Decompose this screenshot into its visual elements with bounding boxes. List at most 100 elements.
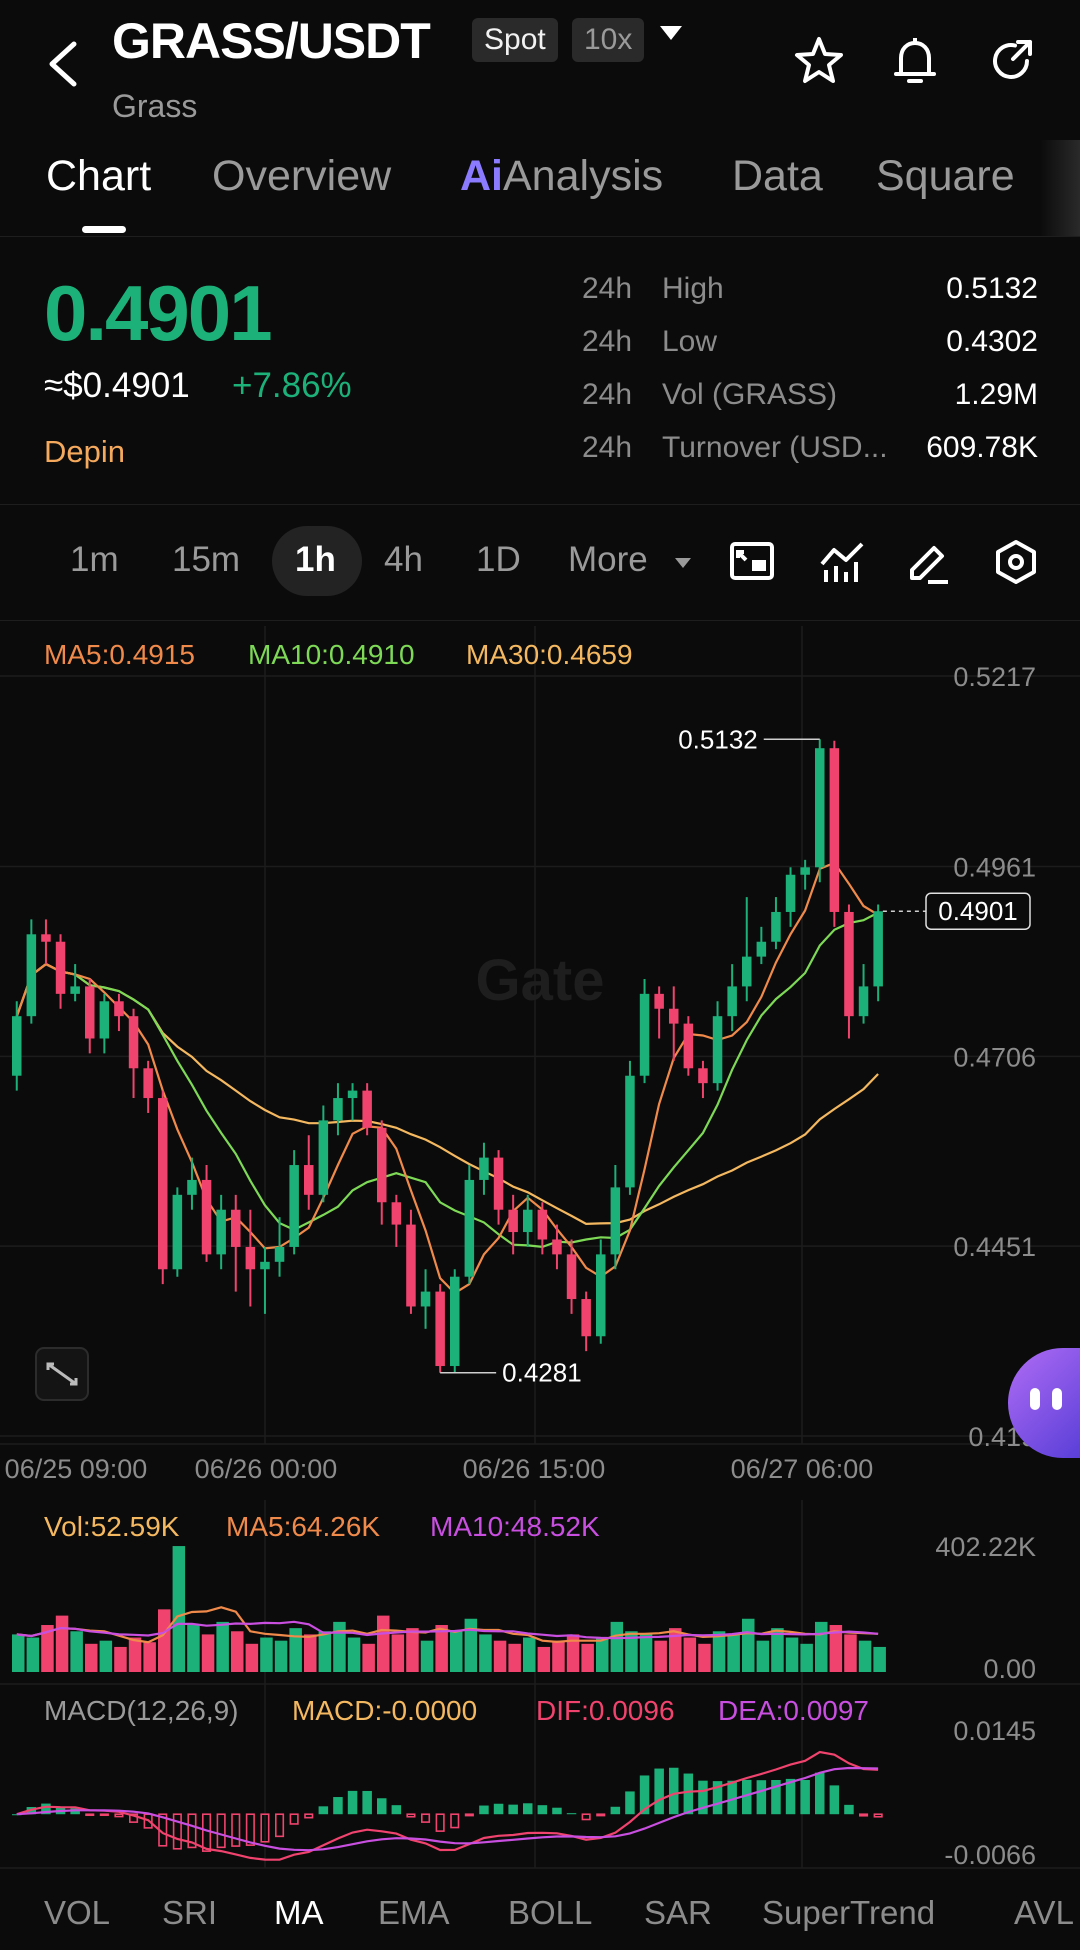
indicator-icon[interactable] [818,538,866,586]
stat-24h-turnover: 24h Turnover (USD... 609.78K [582,431,1038,464]
macd-bar [304,1813,314,1819]
chart-type-switch-icon[interactable] [728,538,776,586]
volume-bar [508,1643,521,1672]
candle-body [771,911,781,942]
indicator-ema[interactable]: EMA [378,1894,450,1932]
pair-dropdown-icon[interactable] [660,26,682,40]
price-alert-bell-icon[interactable] [888,34,942,88]
candle-body [669,1008,679,1024]
candlestick-chart[interactable]: Gate MA5:0.4915 MA10:0.4910 MA30:0.4659 … [0,620,1080,1878]
back-arrow-icon[interactable] [44,36,84,92]
macd-bar [216,1813,226,1849]
stat-24h-low: 24h Low 0.4302 [582,325,1038,358]
sector-tag[interactable]: Depin [44,434,125,470]
favorite-star-icon[interactable] [792,34,846,88]
tab-square[interactable]: Square [876,152,1015,201]
vol-ma10-legend: MA10:48.52K [430,1511,600,1542]
volume-tick: 0.00 [983,1654,1036,1684]
macd-bar [231,1813,241,1847]
ma30-legend: MA30:0.4659 [466,639,633,670]
volume-bar [143,1642,156,1672]
macd-bar [566,1813,577,1815]
timeframe-more[interactable]: More [568,540,648,580]
macd-bar [274,1813,285,1838]
timeframe-4h[interactable]: 4h [384,540,423,580]
macd-bar [85,1813,95,1817]
price-tick: 0.5217 [953,662,1036,692]
indicator-sri[interactable]: SRI [162,1894,217,1932]
indicator-supertrend[interactable]: SuperTrend [762,1894,935,1932]
share-icon[interactable] [984,34,1038,88]
volume-bar [187,1625,200,1672]
candle-body [187,1179,197,1195]
macd-bar [523,1803,533,1815]
candle-body [347,1090,358,1099]
volume-bar [245,1643,259,1672]
time-tick: 06/26 00:00 [195,1454,338,1484]
trading-pair-title[interactable]: GRASS/USDT [112,12,431,70]
macd-bar [493,1803,504,1815]
indicator-sar[interactable]: SAR [644,1894,712,1932]
candle-body [391,1202,402,1225]
indicator-tabs: VOL SRI MA EMA BOLL SAR SuperTrend AVL [0,1880,1080,1950]
ma5-legend: MA5:0.4915 [44,639,195,670]
macd-bar [858,1813,869,1817]
indicator-boll[interactable]: BOLL [508,1894,592,1932]
ma10-legend: MA10:0.4910 [248,639,415,670]
macd-tick: -0.0066 [944,1840,1036,1870]
timeframe-1h[interactable]: 1h [295,540,336,580]
candle-body [552,1239,562,1255]
candle-body [55,941,66,994]
leverage-badge: 10x [572,18,645,62]
volume-bar [523,1637,536,1672]
macd-bar [552,1807,562,1815]
tab-analysis[interactable]: AiAnalysis [460,152,663,201]
volume-bar [114,1646,127,1672]
timeframe-1d[interactable]: 1D [476,540,521,580]
volume-bar [639,1634,653,1672]
volume-bar [552,1640,565,1672]
chart-settings-icon[interactable] [992,538,1040,586]
watermark: Gate [476,948,605,1013]
volume-bar [304,1634,317,1672]
candle-body [756,941,767,957]
fullscreen-icon [35,1347,89,1401]
indicator-ma[interactable]: MA [274,1894,324,1932]
volume-bar [785,1637,799,1672]
drawing-pen-icon[interactable] [904,538,952,586]
usd-price: ≈$0.4901 [44,366,190,405]
candle-body [318,1120,329,1195]
candle-body [508,1209,518,1233]
candle-body [844,911,854,1017]
tab-chart[interactable]: Chart [46,152,151,201]
candle-body [362,1090,372,1128]
timeframe-1m[interactable]: 1m [70,540,119,580]
dea-legend: DEA:0.0097 [718,1695,869,1726]
tab-overview[interactable]: Overview [212,152,391,201]
high-marker: 0.5132 [678,724,820,754]
candle-body [464,1179,475,1277]
indicator-vol[interactable]: VOL [44,1894,110,1932]
time-tick: 06/25 09:00 [5,1454,148,1484]
candle-body [158,1098,168,1270]
divider [0,236,1080,237]
ma-legend: MA5:0.4915 MA10:0.4910 MA30:0.4659 [44,639,633,670]
last-price: 0.4901 [44,269,273,357]
candle-body [333,1098,343,1121]
candle-body [829,748,840,912]
volume-bar [289,1628,302,1672]
header: GRASS/USDT Spot 10x Grass [0,0,1080,140]
timeframe-15m[interactable]: 15m [172,540,240,580]
candle-body [201,1179,212,1255]
low-marker: 0.4281 [440,1358,582,1388]
candle-body [377,1127,387,1203]
macd-bar [596,1813,606,1817]
tab-data[interactable]: Data [732,152,823,201]
macd-bar [333,1797,343,1815]
more-dropdown-icon[interactable] [675,558,691,568]
assistant-bubble-button[interactable] [1008,1348,1080,1458]
indicator-avl[interactable]: AVL [1014,1894,1074,1932]
volume-bar [318,1631,332,1672]
candle-body [420,1291,431,1307]
candle-body [610,1187,621,1255]
